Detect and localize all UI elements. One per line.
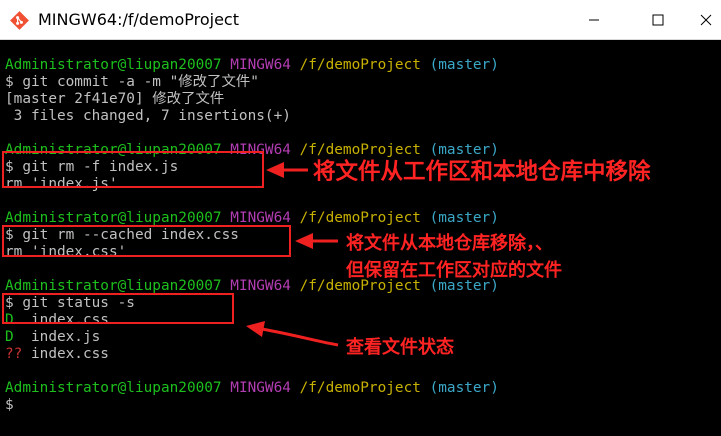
highlight-box-status <box>2 293 234 324</box>
output-line: [master 2f41e70] 修改了文件 <box>5 91 225 107</box>
status-code: D <box>5 329 23 345</box>
status-code: ?? <box>5 346 23 362</box>
annotation-rm-cached-line1: 将文件从本地仓库移除，、 <box>346 233 553 254</box>
status-file: index.css <box>22 346 109 362</box>
prompt-branch: (master) <box>429 380 499 396</box>
status-row: D index.js <box>5 329 100 346</box>
prompt-env: MINGW64 <box>230 380 291 396</box>
status-row: ?? index.css <box>5 346 109 363</box>
highlight-box-rm-cached <box>2 225 291 257</box>
title-bar: MINGW64:/f/demoProject <box>0 0 721 40</box>
prompt-user: Administrator@liupan20007 <box>5 57 222 73</box>
prompt-line: Administrator@liupan20007 MINGW64 /f/dem… <box>5 380 499 397</box>
prompt-branch: (master) <box>429 210 499 226</box>
command-line: $ git commit -a -m "修改了文件" <box>5 74 259 90</box>
window-title: MINGW64:/f/demoProject <box>38 10 239 29</box>
prompt-path: /f/demoProject <box>299 57 421 73</box>
maximize-icon[interactable] <box>648 10 668 30</box>
prompt-env: MINGW64 <box>230 210 291 226</box>
prompt-path: /f/demoProject <box>299 210 421 226</box>
annotation-rm-cached-line2: 但保留在工作区对应的文件 <box>346 260 562 281</box>
prompt-path: /f/demoProject <box>299 380 421 396</box>
annotation-status: 查看文件状态 <box>346 337 454 358</box>
prompt-env: MINGW64 <box>230 57 291 73</box>
output-line: 3 files changed, 7 insertions(+) <box>5 108 291 124</box>
prompt-user: Administrator@liupan20007 <box>5 380 222 396</box>
current-prompt[interactable]: $ <box>5 397 14 414</box>
highlight-box-rm-f <box>2 151 264 188</box>
prompt-user: Administrator@liupan20007 <box>5 210 222 226</box>
prompt-branch: (master) <box>429 57 499 73</box>
status-file: index.js <box>22 329 101 345</box>
prompt-user: Administrator@liupan20007 <box>5 278 222 294</box>
git-bash-icon <box>10 11 29 30</box>
prompt-env: MINGW64 <box>230 278 291 294</box>
prompt-line: Administrator@liupan20007 MINGW64 /f/dem… <box>5 57 499 74</box>
minimize-icon[interactable] <box>584 10 604 30</box>
close-icon[interactable] <box>696 10 716 30</box>
annotation-rm-f: 将文件从工作区和本地仓库中移除 <box>313 159 651 185</box>
